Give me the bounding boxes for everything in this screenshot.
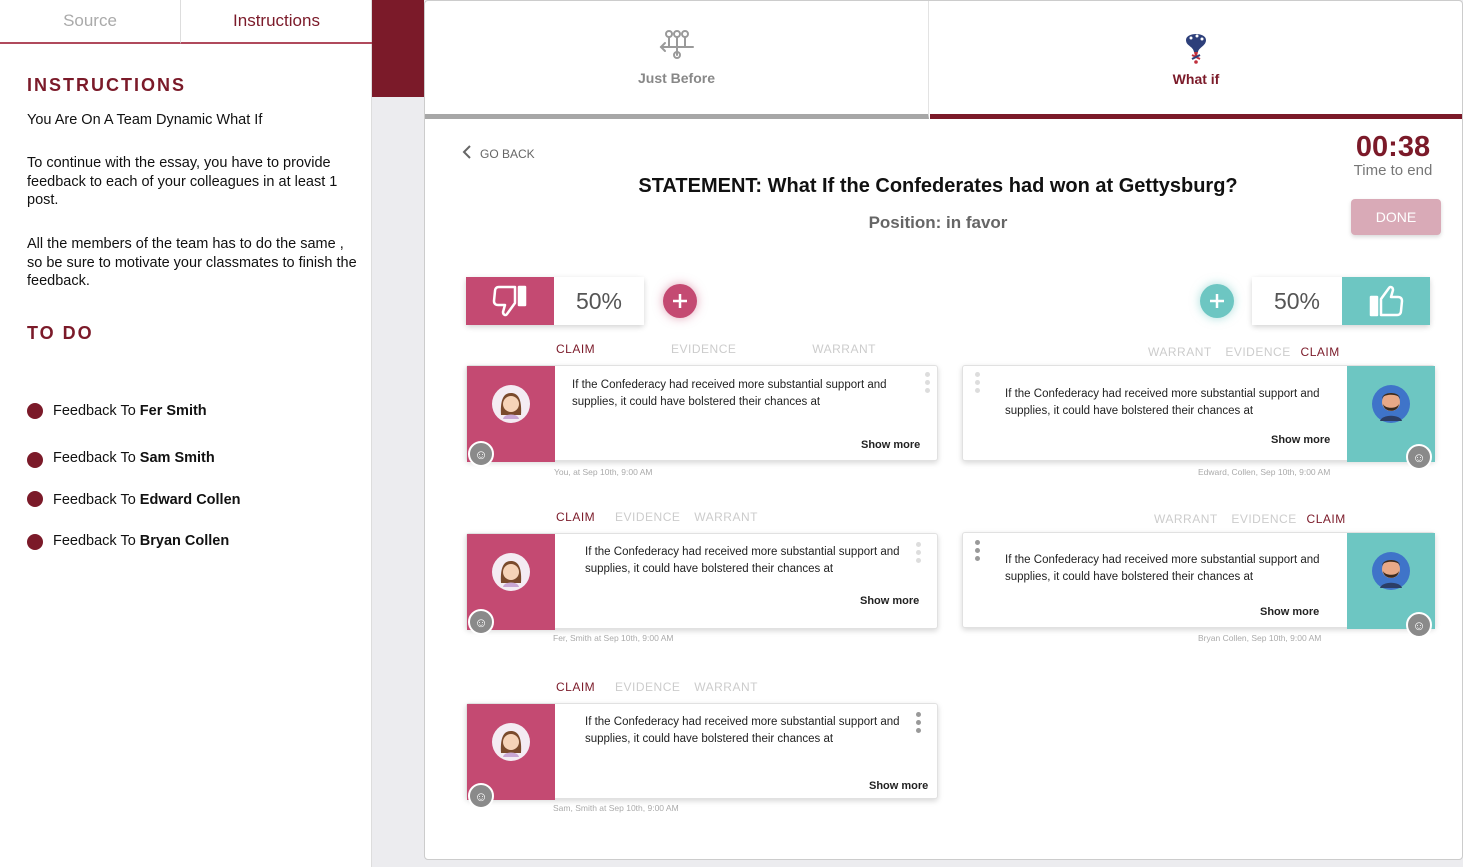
instructions-heading: INSTRUCTIONS [27,75,186,95]
post-card[interactable]: ☺ If the Confederacy had received more s… [962,532,1435,638]
tag-claim[interactable]: CLAIM [556,342,595,356]
hierarchy-icon [657,29,697,64]
tag-claim[interactable]: CLAIM [556,680,595,694]
step-label-just-before: Just Before [637,70,716,86]
step-label-what-if: What if [1172,71,1220,87]
more-options-icon[interactable] [916,542,922,563]
avatar [492,385,530,423]
post-meta: You, at Sep 10th, 9:00 AM [554,467,653,477]
tab-instructions[interactable]: Instructions [181,0,372,44]
tag-warrant[interactable]: WARRANT [694,510,758,524]
thumbs-up-icon[interactable] [1342,277,1430,325]
instructions-paragraph-2: All the members of the team has to do th… [27,236,357,289]
todo-item-fer-smith[interactable]: Feedback To Fer Smith [53,403,207,419]
todo-bullet [27,491,43,507]
emoji-react-icon[interactable]: ☺ [1406,612,1432,638]
avatar [492,553,530,591]
more-options-icon[interactable] [975,372,981,393]
post-card[interactable]: ☺ If the Confederacy had received more s… [466,365,938,467]
add-favor-post-button[interactable] [1200,284,1234,318]
tag-warrant[interactable]: WARRANT [694,680,758,694]
tag-evidence[interactable]: EVIDENCE [1231,512,1296,526]
thumbs-down-icon[interactable] [466,277,554,325]
avatar [1372,385,1410,423]
more-options-icon[interactable] [975,540,981,561]
todo-item-edward-collen[interactable]: Feedback To Edward Collen [53,492,241,508]
step-tab-what-if[interactable]: What if [930,1,1462,119]
done-button[interactable]: DONE [1351,199,1441,235]
post-tags: CLAIM EVIDENCE WARRANT [556,342,876,356]
more-options-icon[interactable] [916,712,922,733]
tab-source[interactable]: Source [0,0,181,44]
plus-icon [673,294,687,308]
instructions-paragraph-1: To continue with the essay, you have to … [27,155,338,208]
show-more-link[interactable]: Show more [869,780,928,792]
post-text: If the Confederacy had received more sub… [1005,388,1320,417]
post-tags: CLAIM EVIDENCE WARRANT [556,680,758,694]
show-more-link[interactable]: Show more [1271,434,1330,446]
countdown-timer: 00:38 Time to end [1350,131,1436,179]
post-text: If the Confederacy had received more sub… [585,546,900,575]
post-tags: WARRANT EVIDENCE CLAIM [1154,512,1346,526]
emoji-react-icon[interactable]: ☺ [468,609,494,635]
plus-icon [1210,294,1224,308]
post-meta: Sam, Smith at Sep 10th, 9:00 AM [553,803,679,813]
position-label: Position: in favor [868,213,1008,232]
question-brain-icon [1180,28,1212,69]
emoji-react-icon[interactable]: ☺ [1406,444,1432,470]
tag-warrant[interactable]: WARRANT [1148,345,1212,359]
go-back-link[interactable]: GO BACK [462,144,535,163]
go-back-label: GO BACK [480,146,535,161]
emoji-react-icon[interactable]: ☺ [468,441,494,467]
tag-claim[interactable]: CLAIM [1301,345,1340,359]
show-more-link[interactable]: Show more [860,595,919,607]
post-meta: Edward, Collen, Sep 10th, 9:00 AM [1198,467,1331,477]
statement-title: STATEMENT: What If the Confederates had … [638,175,1238,197]
post-text: If the Confederacy had received more sub… [572,379,887,408]
favor-percentage: 50% [1252,277,1342,325]
todo-bullet [27,534,43,550]
tag-evidence[interactable]: EVIDENCE [671,342,736,356]
post-text: If the Confederacy had received more sub… [585,716,900,745]
instructions-subtitle: You Are On A Team Dynamic What If [27,112,263,128]
against-percentage: 50% [554,277,644,325]
instructions-panel: Source Instructions INSTRUCTIONS You Are… [0,0,372,867]
todo-item-sam-smith[interactable]: Feedback To Sam Smith [53,450,215,466]
timer-label: Time to end [1353,162,1433,179]
tag-warrant[interactable]: WARRANT [812,342,876,356]
avatar [1372,552,1410,590]
avatar [492,723,530,761]
post-meta: Fer, Smith at Sep 10th, 9:00 AM [553,633,674,643]
tag-evidence[interactable]: EVIDENCE [615,510,680,524]
favor-vote-bar: 50% [1252,277,1430,325]
post-card[interactable]: ☺ If the Confederacy had received more s… [466,533,938,635]
tag-evidence[interactable]: EVIDENCE [1225,345,1290,359]
post-tags: WARRANT EVIDENCE CLAIM [1148,345,1340,359]
post-card[interactable]: ☺ If the Confederacy had received more s… [466,703,938,809]
emoji-react-icon[interactable]: ☺ [468,783,494,809]
against-vote-bar: 50% [466,277,644,325]
show-more-link[interactable]: Show more [861,439,920,451]
add-against-post-button[interactable] [663,284,697,318]
post-card[interactable]: ☺ If the Confederacy had received more s… [962,365,1435,470]
todo-item-bryan-collen[interactable]: Feedback To Bryan Collen [53,533,229,549]
main-panel: Just Before What if GO BACK STATEMENT: W… [424,0,1463,860]
todo-bullet [27,452,43,468]
tag-evidence[interactable]: EVIDENCE [615,680,680,694]
step-tab-just-before[interactable]: Just Before [425,1,929,119]
chevron-left-icon [462,144,472,163]
more-options-icon[interactable] [925,372,931,393]
tag-warrant[interactable]: WARRANT [1154,512,1218,526]
post-meta: Bryan Collen, Sep 10th, 9:00 AM [1198,633,1322,643]
tag-claim[interactable]: CLAIM [556,510,595,524]
header-accent-strip [372,0,424,97]
todo-bullet [27,403,43,419]
timer-value: 00:38 [1355,131,1431,163]
todo-heading: TO DO [27,323,94,343]
tag-claim[interactable]: CLAIM [1307,512,1346,526]
post-tags: CLAIM EVIDENCE WARRANT [556,510,758,524]
show-more-link[interactable]: Show more [1260,606,1319,618]
post-text: If the Confederacy had received more sub… [1005,554,1320,583]
